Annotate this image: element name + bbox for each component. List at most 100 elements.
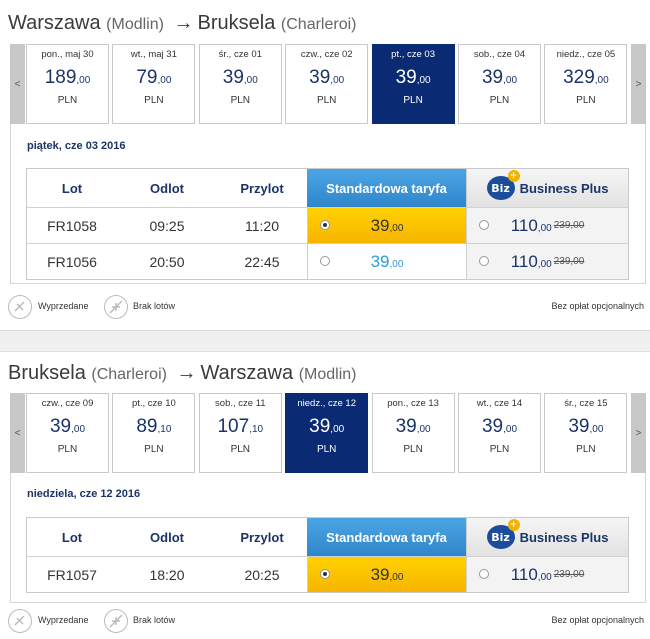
price-integer: 39: [370, 215, 390, 235]
price-decimal: ,00: [330, 75, 345, 86]
date-price: 39,00: [459, 416, 540, 438]
standard-fare-option[interactable]: 39,00: [307, 208, 466, 243]
date-price: 39,00: [373, 416, 454, 438]
date-currency: PLN: [57, 444, 78, 455]
standard-fare-option[interactable]: 39,00: [307, 244, 466, 279]
date-price: 79,00: [113, 67, 194, 89]
standard-fare-option[interactable]: 39,00: [307, 557, 466, 592]
date-option[interactable]: sob., cze 11 107,10 PLN: [198, 393, 282, 473]
price-decimal: ,10: [249, 424, 264, 435]
flight-row: FR1057 18:20 20:25 39,00 110,00 239,00: [27, 556, 628, 592]
arrival-time: 11:20: [245, 217, 279, 234]
date-currency: PLN: [144, 444, 164, 455]
date-label: czw., cze 09: [41, 398, 94, 409]
flight-number: FR1056: [47, 253, 97, 270]
price-decimal: ,00: [503, 75, 518, 86]
date-option[interactable]: niedz., cze 12 39,00 PLN: [285, 393, 369, 473]
business-fare-price: 110,00: [511, 216, 552, 236]
price-integer: 39: [481, 416, 504, 437]
price-decimal: ,00: [589, 424, 604, 435]
price-decimal: ,00: [389, 222, 404, 234]
departure-time: 20:50: [149, 253, 185, 270]
origin-airport: (Modlin): [106, 16, 164, 33]
flight-row: FR1056 20:50 22:45 39,00 110,00 239,00: [27, 243, 628, 279]
outbound-flight-table: Lot Odlot Przylot Standardowa taryfa Biz…: [26, 168, 629, 280]
price-integer: 107: [217, 416, 250, 437]
route-arrow-icon: →: [173, 12, 194, 34]
flight-number: FR1057: [47, 566, 97, 583]
inbound-legend: Wyprzedane Brak lotów Bez opłat opcjonal…: [8, 609, 644, 633]
col-business-plus: Biz + Business Plus: [466, 169, 628, 207]
outbound-route-title: Warszawa (Modlin) → Bruksela (Charleroi): [8, 12, 356, 35]
business-fare-radio[interactable]: [479, 220, 489, 230]
date-label: wt., cze 14: [476, 398, 523, 409]
business-fare-option[interactable]: 110,00 239,00: [466, 557, 628, 592]
date-currency: PLN: [316, 444, 337, 455]
next-dates-button[interactable]: >: [631, 44, 646, 124]
date-option[interactable]: sob., cze 04 39,00 PLN: [458, 44, 541, 124]
standard-fare-radio[interactable]: [320, 220, 330, 230]
price-integer: 39: [222, 67, 244, 88]
next-dates-button[interactable]: >: [631, 393, 646, 473]
destination-city: Bruksela: [197, 12, 276, 34]
price-integer: 39: [395, 416, 417, 437]
business-fare-option[interactable]: 110,00 239,00: [466, 208, 628, 243]
business-fare-radio[interactable]: [479, 256, 489, 266]
col-business-plus: Biz + Business Plus: [466, 518, 628, 556]
plus-icon: +: [507, 519, 520, 531]
business-fare-option[interactable]: 110,00 239,00: [466, 244, 628, 279]
inbound-flight-table: Lot Odlot Przylot Standardowa taryfa Biz…: [26, 517, 629, 593]
arrival-time: 20:25: [244, 566, 280, 583]
date-option[interactable]: niedz., cze 05 329,00 PLN: [544, 44, 628, 124]
date-option[interactable]: czw., cze 02 39,00 PLN: [285, 44, 369, 124]
standard-fare-radio[interactable]: [320, 256, 330, 266]
price-decimal: ,00: [389, 258, 404, 270]
outbound-date-strip: < pon., maj 30 189,00 PLN wt., maj 31 79,00 P…: [10, 44, 646, 124]
date-label: śr., cze 01: [218, 49, 262, 60]
date-label: sob., cze 11: [215, 398, 266, 409]
optional-fees-note: Bez opłat opcjonalnych: [551, 615, 644, 625]
date-option[interactable]: czw., cze 09 39,00 PLN: [26, 393, 109, 473]
business-fare-radio[interactable]: [479, 569, 489, 579]
date-option[interactable]: śr., cze 15 39,00 PLN: [544, 393, 628, 473]
business-fare-old-price: 239,00: [553, 256, 585, 267]
flight-number: FR1058: [47, 217, 97, 234]
col-arrival: Przylot: [240, 529, 284, 545]
price-decimal: ,00: [76, 75, 91, 86]
standard-fare-radio[interactable]: [320, 569, 330, 579]
date-label: pon., maj 30: [41, 49, 94, 60]
price-decimal: ,00: [389, 571, 404, 583]
date-price: 107,10: [200, 416, 281, 438]
business-plus-label: Business Plus: [519, 529, 609, 545]
date-option[interactable]: śr., cze 01 39,00 PLN: [198, 44, 282, 124]
date-label: śr., cze 15: [564, 398, 608, 409]
date-price: 39,00: [286, 416, 367, 438]
date-label: wt., maj 31: [130, 49, 177, 60]
date-label: niedz., cze 05: [556, 49, 616, 60]
date-label: pt., cze 10: [131, 398, 176, 409]
no-flights-icon: [104, 295, 128, 319]
date-option[interactable]: pt., cze 10 89,10 PLN: [112, 393, 196, 473]
business-fare-old-price: 239,00: [553, 569, 585, 580]
origin-city: Bruksela: [8, 362, 86, 384]
date-label: pon., cze 13: [387, 398, 439, 409]
date-option[interactable]: pon., maj 30 189,00 PLN: [26, 44, 109, 124]
date-option[interactable]: pt., cze 03 39,00 PLN: [371, 44, 455, 124]
price-integer: 39: [370, 251, 390, 271]
date-currency: PLN: [57, 95, 78, 106]
biz-logo-text: Biz: [491, 530, 510, 544]
outbound-day-heading: piątek, cze 03 2016: [27, 140, 126, 152]
table-header: Lot Odlot Przylot Standardowa taryfa Biz…: [27, 518, 628, 556]
prev-dates-button[interactable]: <: [10, 44, 25, 124]
date-price: 39,00: [200, 67, 281, 89]
date-currency: PLN: [576, 95, 596, 106]
date-option[interactable]: wt., maj 31 79,00 PLN: [112, 44, 196, 124]
date-option[interactable]: pon., cze 13 39,00 PLN: [371, 393, 455, 473]
date-option[interactable]: wt., cze 14 39,00 PLN: [458, 393, 541, 473]
no-flights-icon: [104, 609, 128, 633]
business-fare-price: 110,00: [511, 565, 552, 585]
price-integer: 39: [49, 416, 72, 437]
price-decimal: ,00: [416, 75, 431, 86]
prev-dates-button[interactable]: <: [10, 393, 25, 473]
destination-city: Warszawa: [200, 362, 294, 384]
